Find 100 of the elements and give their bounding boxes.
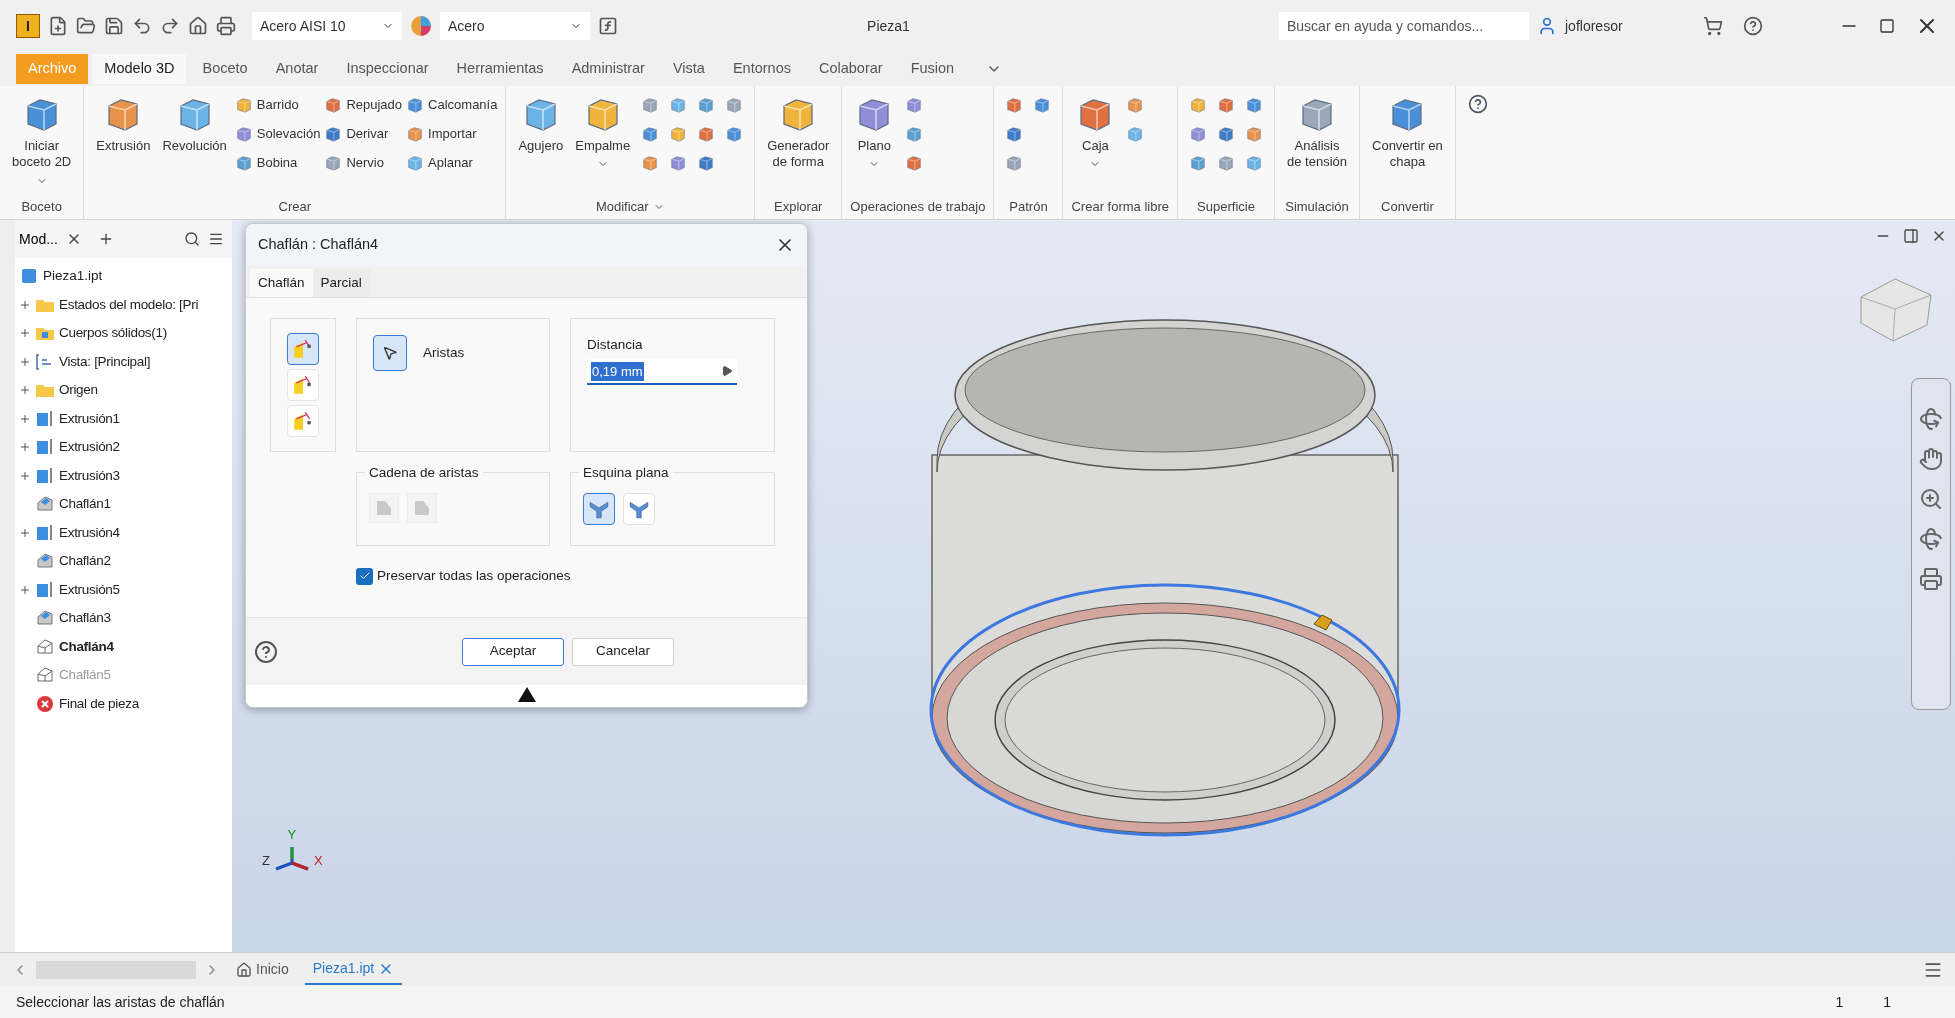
ribbon-tool-button[interactable]: Empalme xyxy=(571,94,635,171)
quick-access-icon[interactable] xyxy=(104,16,124,36)
ribbon-tab[interactable]: Inspeccionar xyxy=(334,54,441,84)
extrusion-icon xyxy=(35,408,55,429)
ribbon-tool-button[interactable]: Solevación xyxy=(234,123,321,145)
dialog-button[interactable]: Cancelar xyxy=(572,637,674,666)
expand-icon[interactable] xyxy=(19,526,31,539)
dialog-tab[interactable]: Chaflán xyxy=(250,269,313,297)
cart-icon[interactable] xyxy=(1703,16,1723,36)
ribbon-tool-button[interactable]: Generador de forma xyxy=(763,94,834,171)
chamfer-method-button[interactable] xyxy=(287,333,319,365)
expand-icon[interactable] xyxy=(19,298,31,311)
tree-item[interactable]: Cuerpos sólidos(1) xyxy=(59,323,167,344)
user-name[interactable]: jofloresor xyxy=(1565,15,1695,37)
flat-corner-button[interactable] xyxy=(583,493,615,525)
ribbon-tab[interactable]: Vista xyxy=(660,54,717,84)
tree-item[interactable]: Chaflán3 xyxy=(59,608,111,629)
ribbon-tool-button[interactable]: Calcomanía xyxy=(406,94,498,116)
quick-access-icon[interactable] xyxy=(132,16,152,36)
tool-icon xyxy=(1189,154,1207,172)
search-icon[interactable] xyxy=(184,231,200,247)
tool-icon xyxy=(641,154,660,172)
tool-icon xyxy=(1217,96,1235,114)
tree-item[interactable]: Extrusión3 xyxy=(59,465,120,486)
ribbon-tab[interactable]: Herramientas xyxy=(444,54,556,84)
appearance-dropdown[interactable]: Acero xyxy=(440,12,590,40)
ribbon-tool-button[interactable]: Caja xyxy=(1071,94,1120,171)
material-dropdown[interactable]: Acero AISI 10 xyxy=(252,12,402,40)
tree-item[interactable]: Extrusión2 xyxy=(59,437,120,458)
quick-access-icon[interactable] xyxy=(76,16,96,36)
tree-item[interactable]: Estados del modelo: [Pri xyxy=(59,294,199,315)
ribbon-tool-button[interactable]: Aplanar xyxy=(406,152,498,174)
ribbon-tool-button[interactable]: Plano xyxy=(850,94,899,171)
tree-item[interactable]: Extrusión4 xyxy=(59,522,120,543)
ribbon-tool-button[interactable]: Repujado xyxy=(324,94,403,116)
tree-item[interactable]: Chaflán2 xyxy=(59,551,111,572)
ribbon-tool-button[interactable]: Nervio xyxy=(324,152,403,174)
ribbon-tool-button[interactable]: Iniciar boceto 2D xyxy=(8,94,76,187)
quick-access-icon[interactable] xyxy=(188,16,208,36)
tree-item[interactable]: Extrusión5 xyxy=(59,579,120,600)
tree-item[interactable]: Final de pieza xyxy=(59,693,139,714)
document-tab[interactable]: Pieza1.ipt xyxy=(304,954,403,985)
tool-icon xyxy=(1189,96,1207,114)
ribbon-tool-button[interactable]: Revolución xyxy=(158,94,231,155)
ribbon-tab[interactable]: Anotar xyxy=(263,54,331,84)
ribbon-group-label: Superficie xyxy=(1197,198,1255,217)
expand-icon[interactable] xyxy=(19,355,31,368)
split-view-icon[interactable] xyxy=(1903,228,1919,244)
orbit-icon[interactable] xyxy=(1919,527,1943,551)
help-icon[interactable] xyxy=(1743,16,1763,36)
help-icon[interactable] xyxy=(254,639,278,664)
expand-icon[interactable] xyxy=(19,441,31,454)
tree-item[interactable]: Origen xyxy=(59,380,98,401)
pointer-icon xyxy=(382,345,398,361)
status-counter: 1 xyxy=(1835,992,1844,1012)
ribbon-tool-button[interactable]: Análisis de tensión xyxy=(1283,94,1351,171)
function-icon[interactable] xyxy=(598,16,618,36)
ribbon-tab[interactable]: Boceto xyxy=(190,54,260,84)
browser-tab[interactable]: Mod... xyxy=(19,228,58,250)
ribbon-tab[interactable]: Colaborar xyxy=(807,54,895,84)
tree-item[interactable]: Chaflán4 xyxy=(59,636,114,657)
zoom-icon[interactable] xyxy=(1919,487,1943,511)
ribbon-tab[interactable]: Fusion xyxy=(898,54,967,84)
tree-item[interactable]: Pieza1.ipt xyxy=(43,266,103,287)
preserve-checkbox[interactable] xyxy=(356,567,373,585)
dialog-title: Chaflán : Chaflán4 xyxy=(258,235,379,255)
quick-access-icon[interactable] xyxy=(48,16,68,36)
tree-item[interactable]: Extrusión1 xyxy=(59,408,120,429)
dialog-button[interactable]: Aceptar xyxy=(462,637,564,666)
dialog-tab[interactable]: Parcial xyxy=(312,269,370,297)
ribbon-tool-button[interactable]: Extrusión xyxy=(92,94,155,155)
ribbon-tool-button[interactable]: Barrido xyxy=(234,94,321,116)
tree-item[interactable]: Chaflán1 xyxy=(59,494,111,515)
help-search-field[interactable]: Buscar en ayuda y comandos... xyxy=(1279,12,1529,40)
expand-icon[interactable] xyxy=(19,469,31,482)
ribbon-tab[interactable]: Administrar xyxy=(559,54,657,84)
axis-label: Y xyxy=(287,826,297,844)
expand-icon[interactable] xyxy=(19,327,31,340)
expand-icon[interactable] xyxy=(19,583,31,596)
more-options-icon[interactable] xyxy=(1467,94,1488,114)
ribbon-tool-button[interactable]: Importar xyxy=(406,123,498,145)
tool-icon xyxy=(324,96,343,114)
ribbon-tool-button[interactable]: Bobina xyxy=(234,152,321,174)
distance-field[interactable]: 0,19 mm xyxy=(587,359,737,386)
ribbon-tool-button[interactable]: Convertir en chapa xyxy=(1368,94,1447,171)
select-edges-button[interactable] xyxy=(373,335,407,371)
quick-access-icon[interactable] xyxy=(160,16,180,36)
ribbon-tool-button[interactable]: Derivar xyxy=(324,123,403,145)
ribbon-tool-button[interactable]: Agujero xyxy=(514,94,568,155)
pan-icon[interactable] xyxy=(1919,447,1943,471)
maximize-icon[interactable] xyxy=(1879,18,1895,34)
menu-icon[interactable] xyxy=(208,231,224,247)
ribbon-tab[interactable]: Modelo 3D xyxy=(92,54,187,84)
document-tab[interactable]: Inicio xyxy=(228,954,297,985)
tree-item[interactable]: Vista: [Principal] xyxy=(59,351,151,372)
arrow-icon[interactable] xyxy=(721,365,733,378)
quick-access-icon[interactable] xyxy=(216,16,236,36)
expand-icon[interactable] xyxy=(19,384,31,397)
expand-icon[interactable] xyxy=(19,412,31,425)
ribbon-tab[interactable]: Entornos xyxy=(720,54,803,84)
